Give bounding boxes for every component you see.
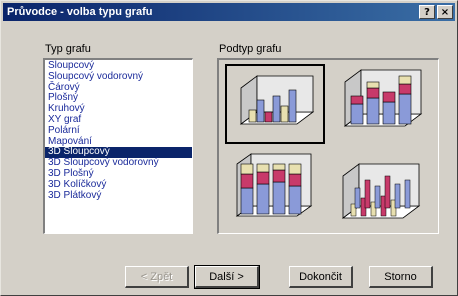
chart-type-label: Typ grafu <box>45 43 91 55</box>
chart-subtype-panel <box>217 58 439 234</box>
chart-subtype-label: Podtyp grafu <box>219 43 282 55</box>
help-button[interactable]: ? <box>419 5 435 19</box>
subtype-option-3[interactable] <box>225 152 325 232</box>
title-bar: Průvodce - volba typu grafu ? × <box>3 3 455 21</box>
close-button[interactable]: × <box>437 5 453 19</box>
3d-column-icon <box>341 163 421 219</box>
cancel-button[interactable]: Storno <box>369 266 433 288</box>
subtype-option-1[interactable] <box>225 64 325 144</box>
subtype-option-4[interactable] <box>333 152 433 232</box>
3d-clustered-column-icon <box>239 75 315 125</box>
chart-type-item[interactable]: 3D Kolíčkový <box>45 179 192 191</box>
finish-button[interactable]: Dokončit <box>289 266 353 288</box>
window-title: Průvodce - volba typu grafu <box>7 6 153 18</box>
subtype-option-2[interactable] <box>333 64 433 144</box>
chart-wizard-dialog: Průvodce - volba typu grafu ? × Typ graf… <box>0 0 458 296</box>
3d-100-stacked-column-icon <box>235 153 313 217</box>
next-button[interactable]: Další > <box>194 265 260 289</box>
chart-type-item[interactable]: Sloupcový vodorovný <box>45 71 192 83</box>
3d-stacked-column-icon <box>343 69 423 127</box>
back-button[interactable]: < Zpět <box>125 266 189 288</box>
chart-type-item[interactable]: 3D Plátkový <box>45 190 192 202</box>
chart-type-item[interactable]: Polární <box>45 125 192 137</box>
chart-type-list[interactable]: Sloupcový Sloupcový vodorovný Čárový Plošný… <box>43 58 193 234</box>
